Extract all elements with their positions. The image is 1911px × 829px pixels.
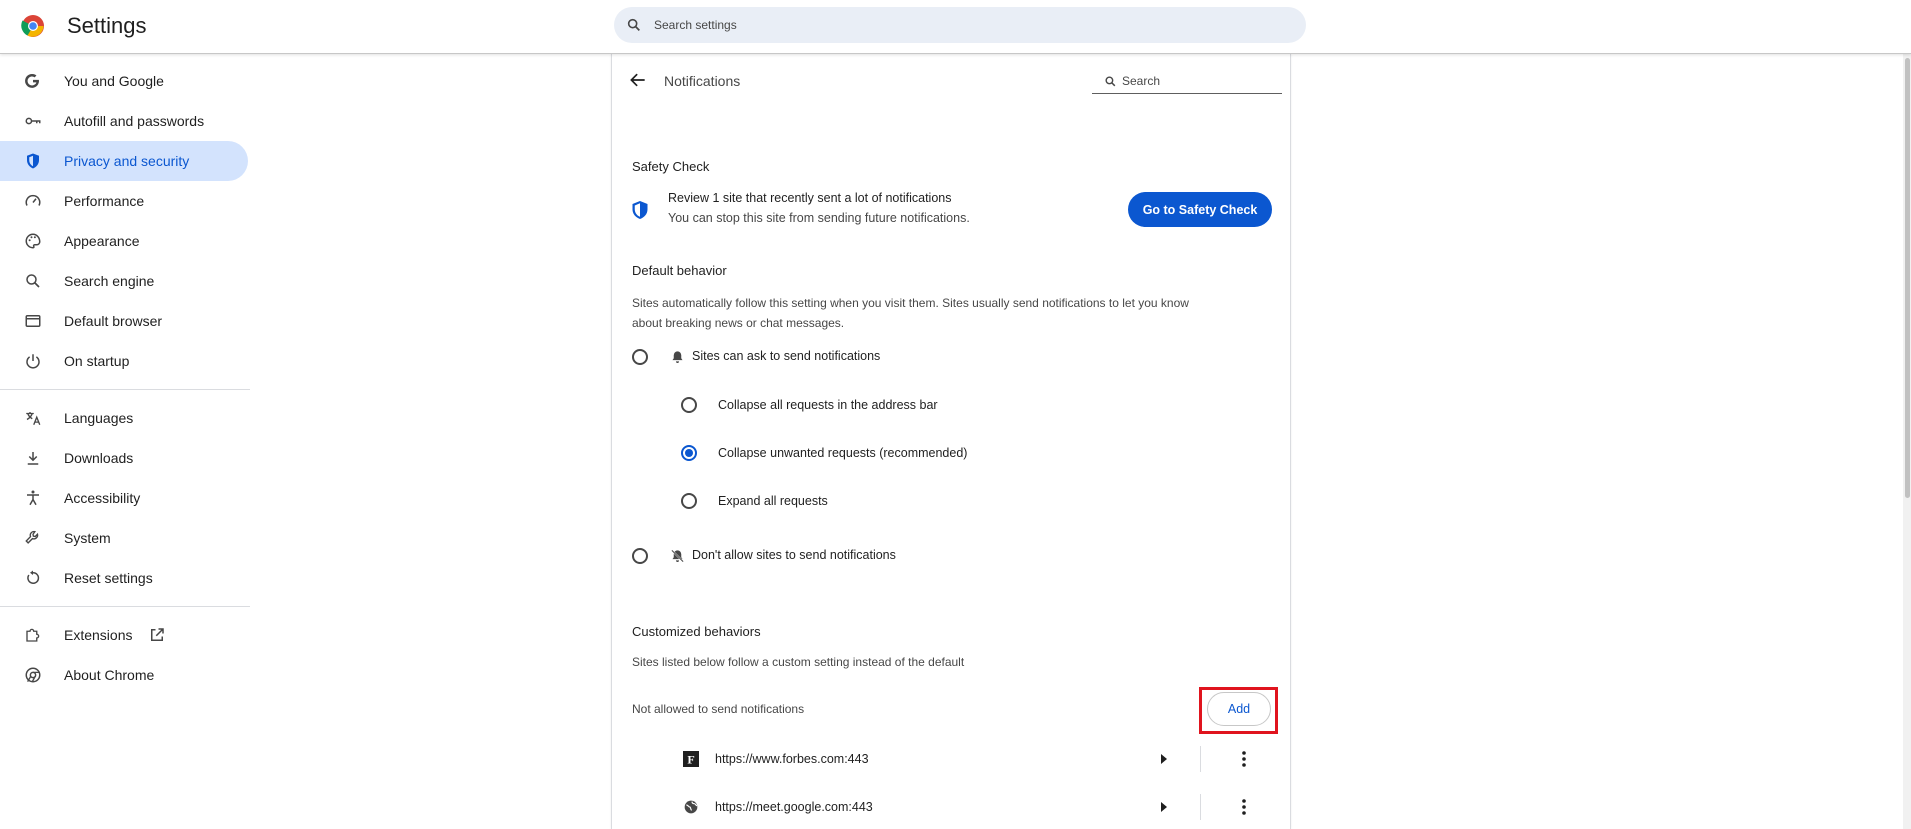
sidebar-item-search-engine[interactable]: Search engine bbox=[0, 261, 248, 301]
search-icon bbox=[1105, 76, 1116, 87]
more-vert-icon[interactable] bbox=[1234, 797, 1254, 817]
sidebar-item-label: On startup bbox=[64, 353, 130, 369]
sidebar-item-system[interactable]: System bbox=[0, 518, 248, 558]
sidebar-item-label: Appearance bbox=[64, 233, 140, 249]
app-title: Settings bbox=[67, 13, 147, 38]
palette-icon bbox=[25, 233, 41, 249]
reset-icon bbox=[27, 570, 40, 584]
bell-off-icon bbox=[671, 549, 684, 563]
sidebar-divider bbox=[0, 389, 250, 390]
row-separator bbox=[1200, 746, 1201, 772]
page-title: Notifications bbox=[664, 73, 741, 89]
sidebar-item-on-startup[interactable]: On startup bbox=[0, 341, 248, 381]
key-icon bbox=[25, 117, 41, 125]
speedometer-icon bbox=[25, 194, 41, 206]
safety-check-subtitle: You can stop this site from sending futu… bbox=[668, 211, 970, 225]
sidebar-item-label: About Chrome bbox=[64, 667, 155, 683]
accessibility-icon bbox=[27, 490, 39, 506]
arrow-right-icon[interactable] bbox=[1159, 753, 1169, 765]
customized-behaviors-description: Sites listed below follow a custom setti… bbox=[632, 655, 965, 669]
radio-sites-can-ask[interactable] bbox=[632, 349, 648, 365]
radio-collapse-all-requests[interactable] bbox=[681, 397, 697, 413]
default-behavior-description-line2: about breaking news or chat messages. bbox=[632, 316, 845, 330]
sidebar-item-appearance[interactable]: Appearance bbox=[0, 221, 248, 261]
option-collapse-unwanted-label: Collapse unwanted requests (recommended) bbox=[718, 446, 968, 460]
more-vert-icon[interactable] bbox=[1234, 749, 1254, 769]
chrome-icon bbox=[25, 667, 41, 683]
sidebar-item-label: Downloads bbox=[64, 450, 134, 466]
sidebar-item-label: Privacy and security bbox=[64, 153, 190, 169]
default-behavior-description-line1: Sites automatically follow this setting … bbox=[632, 296, 1189, 310]
page-scrollbar-thumb[interactable] bbox=[1905, 58, 1910, 498]
option-dont-allow-label: Don't allow sites to send notifications bbox=[692, 548, 896, 562]
browser-window-icon bbox=[25, 315, 41, 327]
sidebar-item-extensions[interactable]: Extensions bbox=[0, 615, 248, 655]
translate-icon bbox=[26, 412, 41, 426]
go-to-safety-check-button[interactable]: Go to Safety Check bbox=[1128, 192, 1272, 227]
radio-dont-allow[interactable] bbox=[632, 548, 648, 564]
sidebar-item-label: Languages bbox=[64, 410, 134, 426]
search-icon bbox=[26, 274, 40, 288]
sidebar-divider bbox=[0, 606, 250, 607]
arrow-right-icon[interactable] bbox=[1159, 801, 1169, 813]
sidebar-item-label: Accessibility bbox=[64, 490, 141, 506]
option-expand-all-label: Expand all requests bbox=[718, 494, 828, 508]
sidebar-item-default-browser[interactable]: Default browser bbox=[0, 301, 248, 341]
sidebar-item-label: System bbox=[64, 530, 111, 546]
safety-check-heading: Safety Check bbox=[632, 159, 710, 174]
sidebar-item-label: Default browser bbox=[64, 313, 163, 329]
not-allowed-label: Not allowed to send notifications bbox=[632, 702, 805, 716]
radio-expand-all-requests[interactable] bbox=[681, 493, 697, 509]
option-sites-can-ask-label: Sites can ask to send notifications bbox=[692, 349, 881, 363]
svg-text:F: F bbox=[687, 753, 694, 767]
back-arrow-icon[interactable] bbox=[628, 70, 648, 90]
radio-collapse-unwanted-requests[interactable] bbox=[681, 445, 697, 461]
safety-check-title: Review 1 site that recently sent a lot o… bbox=[668, 191, 952, 205]
forbes-favicon: F bbox=[683, 751, 699, 767]
safety-shield-icon bbox=[632, 201, 648, 219]
site-row-forbes[interactable]: F https://www.forbes.com:443 bbox=[632, 735, 1272, 783]
add-site-button[interactable]: Add bbox=[1207, 692, 1271, 726]
page-search-input[interactable] bbox=[1122, 70, 1272, 92]
sidebar-item-performance[interactable]: Performance bbox=[0, 181, 248, 221]
external-link-icon bbox=[151, 628, 164, 641]
site-row-google-meet[interactable]: https://meet.google.com:443 bbox=[632, 783, 1272, 829]
notifications-settings-card: Notifications Safety Check Review 1 site… bbox=[611, 54, 1291, 829]
site-url: https://meet.google.com:443 bbox=[715, 800, 873, 814]
settings-search-input[interactable] bbox=[654, 7, 1254, 43]
search-icon bbox=[627, 18, 640, 31]
sidebar-item-label: You and Google bbox=[64, 73, 164, 89]
sidebar-item-autofill[interactable]: Autofill and passwords bbox=[0, 101, 248, 141]
download-icon bbox=[27, 452, 39, 465]
sidebar-item-label: Autofill and passwords bbox=[64, 113, 205, 129]
settings-search-box[interactable] bbox=[614, 7, 1306, 43]
power-icon bbox=[26, 354, 40, 369]
wrench-icon bbox=[25, 530, 39, 544]
sidebar-item-label: Performance bbox=[64, 193, 145, 209]
sidebar-item-reset-settings[interactable]: Reset settings bbox=[0, 558, 248, 598]
shield-icon bbox=[27, 153, 39, 169]
sidebar-item-label: Search engine bbox=[64, 273, 155, 289]
chrome-logo-icon bbox=[21, 15, 44, 37]
option-collapse-all-label: Collapse all requests in the address bar bbox=[718, 398, 938, 412]
bell-icon bbox=[672, 351, 683, 363]
sidebar-item-privacy-security[interactable]: Privacy and security bbox=[0, 141, 248, 181]
globe-icon bbox=[684, 800, 698, 814]
google-g-icon bbox=[25, 73, 39, 88]
sidebar-item-downloads[interactable]: Downloads bbox=[0, 438, 248, 478]
sidebar-item-label: Extensions bbox=[64, 627, 133, 643]
sidebar-item-label: Reset settings bbox=[64, 570, 153, 586]
top-toolbar: Settings bbox=[0, 0, 1911, 54]
customized-behaviors-heading: Customized behaviors bbox=[632, 624, 761, 639]
site-url: https://www.forbes.com:443 bbox=[715, 752, 869, 766]
sidebar-item-about-chrome[interactable]: About Chrome bbox=[0, 655, 248, 695]
sidebar-item-accessibility[interactable]: Accessibility bbox=[0, 478, 248, 518]
sidebar-item-you-and-google[interactable]: You and Google bbox=[0, 61, 248, 101]
default-behavior-heading: Default behavior bbox=[632, 263, 727, 278]
sidebar-nav: You and Google Autofill and passwords Pr… bbox=[0, 61, 250, 695]
sidebar-item-languages[interactable]: Languages bbox=[0, 398, 248, 438]
page-search-box[interactable] bbox=[1092, 70, 1282, 94]
puzzle-icon bbox=[26, 628, 40, 642]
row-separator bbox=[1200, 794, 1201, 820]
